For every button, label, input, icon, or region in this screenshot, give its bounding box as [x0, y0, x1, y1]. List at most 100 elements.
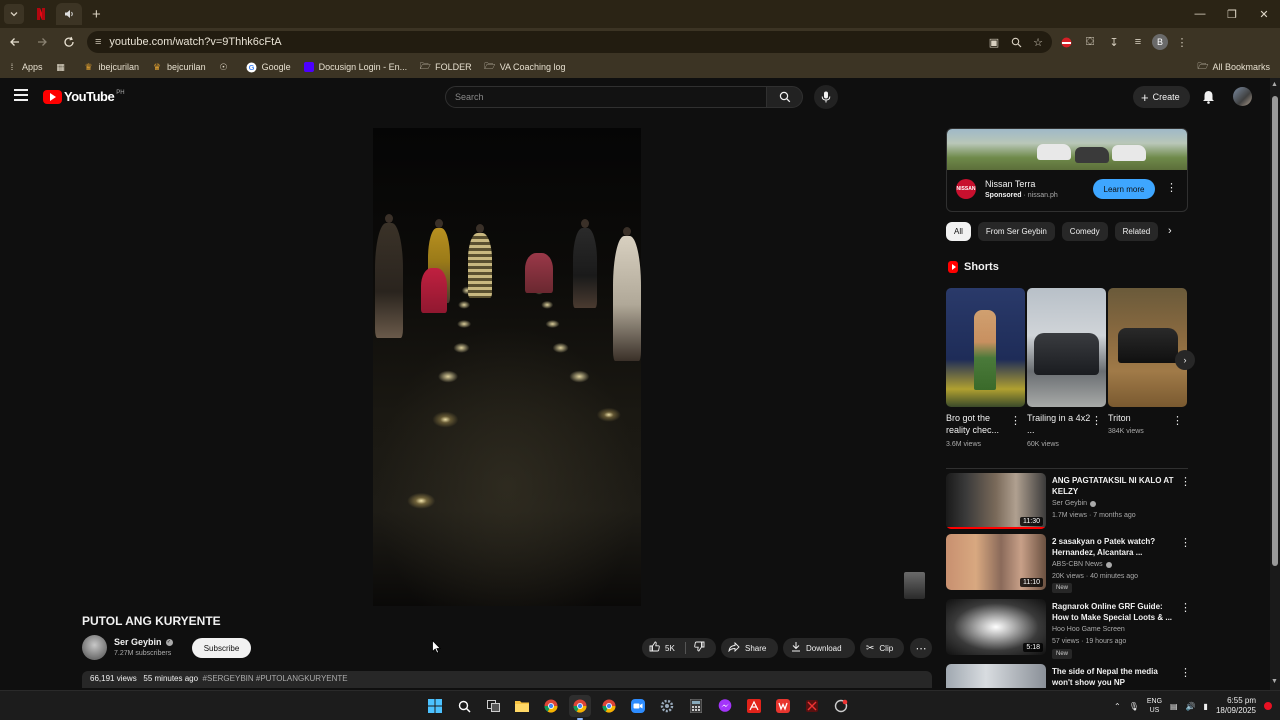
address-bar[interactable]: ≡ youtube.com/watch?v=9Thhk6cFtA ▣ ☆	[87, 31, 1052, 53]
bookmark-ibejcurilan[interactable]: ♛ ibejcurilan	[83, 61, 139, 73]
tray-overflow-icon[interactable]: ⌃	[1114, 702, 1121, 711]
short-more-icon[interactable]: ⋮	[1091, 414, 1102, 427]
subscribe-button[interactable]: Subscribe	[192, 638, 251, 658]
video-player[interactable]	[373, 128, 641, 606]
minimize-button[interactable]: —	[1184, 0, 1216, 28]
snipping-tool-icon[interactable]	[830, 695, 852, 717]
ad-title[interactable]: Nissan Terra	[985, 179, 1035, 189]
bookmark-docusign[interactable]: Docusign Login - En...	[303, 61, 407, 73]
install-app-icon[interactable]: ▣	[986, 34, 1002, 50]
youtube-logo[interactable]: YouTube PH	[43, 89, 125, 104]
new-tab-button[interactable]: +	[92, 6, 101, 23]
address-url[interactable]: youtube.com/watch?v=9Thhk6cFtA	[109, 36, 281, 48]
account-avatar[interactable]	[1233, 87, 1252, 106]
restore-button[interactable]: ❐	[1216, 0, 1248, 28]
extension-red-icon[interactable]	[1056, 32, 1076, 52]
guide-menu-icon[interactable]	[14, 89, 28, 101]
recommendation-channel[interactable]: Ser Geybin	[1052, 500, 1097, 507]
voice-search-button[interactable]	[814, 85, 838, 109]
recommendation-item[interactable]: 5:18 Ragnarok Online GRF Guide: How to M…	[946, 599, 1191, 659]
scroll-up-arrow-icon[interactable]: ▲	[1271, 81, 1278, 88]
bookmark-grid[interactable]: ▦	[55, 61, 71, 73]
clip-button[interactable]: ✂ Clip	[860, 638, 904, 658]
short-thumbnail[interactable]	[1108, 288, 1187, 407]
short-title[interactable]: Triton	[1108, 412, 1172, 424]
forward-button[interactable]	[30, 30, 54, 54]
tab-netflix[interactable]	[32, 5, 50, 23]
page-scrollbar[interactable]: ▲ ▼	[1270, 78, 1280, 690]
taskbar-clock[interactable]: 6:55 pm 18/09/2025	[1216, 696, 1256, 716]
chevron-right-icon[interactable]: ›	[1168, 225, 1172, 237]
wps-office-icon[interactable]	[772, 695, 794, 717]
close-button[interactable]: ✕	[1248, 0, 1280, 28]
bookmark-apps[interactable]: ⁞ Apps	[6, 61, 43, 73]
shorts-next-button[interactable]: ›	[1175, 350, 1195, 370]
short-more-icon[interactable]: ⋮	[1010, 414, 1021, 427]
short-more-icon[interactable]: ⋮	[1172, 414, 1183, 427]
more-actions-button[interactable]: ⋯	[910, 638, 932, 658]
search-input[interactable]	[455, 92, 766, 102]
recommendation-item[interactable]: 11:30 ANG PAGTATAKSIL NI KALO AT KELZY S…	[946, 473, 1191, 529]
bookmark-globe[interactable]: ☉	[218, 61, 234, 73]
recommendation-thumbnail[interactable]: 5:18	[946, 599, 1046, 655]
share-button[interactable]: Share	[721, 638, 778, 658]
hashtags[interactable]: #SERGEYBIN #PUTOLANGKURYENTE	[203, 674, 348, 683]
back-button[interactable]	[3, 30, 27, 54]
recommendation-more-icon[interactable]: ⋮	[1180, 475, 1191, 488]
download-icon[interactable]: ↧	[1104, 32, 1124, 52]
file-explorer-icon[interactable]	[511, 695, 533, 717]
acrobat-icon[interactable]	[743, 695, 765, 717]
ad-banner-image[interactable]	[947, 129, 1187, 170]
microphone-tray-icon[interactable]: 🎙	[1129, 702, 1139, 711]
recommendation-item[interactable]: The side of Nepal the media won't show y…	[946, 664, 1188, 688]
recommendation-title[interactable]: Ragnarok Online GRF Guide: How to Make S…	[1052, 601, 1176, 623]
recommendation-title[interactable]: The side of Nepal the media won't show y…	[1052, 666, 1176, 688]
like-button[interactable]	[649, 641, 660, 655]
search-button[interactable]	[766, 86, 803, 108]
recommendation-thumbnail[interactable]: 11:30	[946, 473, 1046, 529]
create-button[interactable]: + Create	[1133, 86, 1190, 108]
windows-start-icon[interactable]	[424, 695, 446, 717]
recommendation-thumbnail[interactable]	[946, 664, 1046, 688]
volume-icon[interactable]: 🔊	[1186, 702, 1196, 711]
zoom-app-icon[interactable]	[627, 695, 649, 717]
messenger-icon[interactable]	[714, 695, 736, 717]
chip-related[interactable]: Related	[1114, 222, 1159, 241]
bookmark-google[interactable]: G Google	[246, 61, 291, 73]
profile-avatar[interactable]: B	[1152, 34, 1168, 50]
tab-youtube-active[interactable]	[56, 3, 82, 25]
chrome-profile-icon[interactable]	[569, 695, 591, 720]
learn-more-button[interactable]: Learn more	[1093, 179, 1155, 199]
scrollbar-thumb[interactable]	[1272, 96, 1278, 566]
calculator-icon[interactable]	[685, 695, 707, 717]
short-thumbnail[interactable]	[1027, 288, 1106, 407]
recommendation-channel[interactable]: ABS-CBN News	[1052, 561, 1112, 568]
download-button[interactable]: Download	[783, 638, 855, 658]
miniplayer-thumbnail[interactable]	[904, 572, 925, 599]
task-view-icon[interactable]	[482, 695, 504, 717]
recommendation-thumbnail[interactable]: 11:10	[946, 534, 1046, 590]
chip-from-channel[interactable]: From Ser Geybin	[977, 222, 1055, 241]
ad-card[interactable]	[946, 128, 1188, 212]
like-count[interactable]: 5K	[665, 644, 675, 653]
recommendation-channel[interactable]: Hoo Hoo Game Screen	[1052, 626, 1125, 633]
all-bookmarks[interactable]: 🗁 All Bookmarks	[1197, 56, 1270, 78]
recommendation-item[interactable]: 11:10 2 sasakyan o Patek watch? Hernande…	[946, 534, 1191, 593]
recommendation-more-icon[interactable]: ⋮	[1180, 666, 1188, 679]
chip-comedy[interactable]: Comedy	[1061, 222, 1108, 241]
tab-search-dropdown[interactable]	[4, 4, 24, 24]
reload-button[interactable]	[57, 30, 81, 54]
dislike-button[interactable]	[694, 641, 705, 655]
bookmark-va-coaching[interactable]: 🗁 VA Coaching log	[484, 61, 565, 73]
recommendation-more-icon[interactable]: ⋮	[1180, 601, 1191, 614]
scroll-down-arrow-icon[interactable]: ▼	[1271, 678, 1278, 685]
short-title[interactable]: Bro got the reality chec...	[946, 412, 1010, 436]
recommendation-more-icon[interactable]: ⋮	[1180, 536, 1191, 549]
taskbar-search-icon[interactable]	[453, 695, 475, 717]
app-red-icon[interactable]	[801, 695, 823, 717]
short-thumbnail[interactable]	[946, 288, 1025, 407]
description-box[interactable]: 66,191 views 55 minutes ago #SERGEYBIN #…	[82, 671, 932, 688]
notification-dot-icon[interactable]	[1264, 702, 1272, 710]
site-info-icon[interactable]: ≡	[95, 36, 101, 48]
chip-all[interactable]: All	[946, 222, 971, 241]
